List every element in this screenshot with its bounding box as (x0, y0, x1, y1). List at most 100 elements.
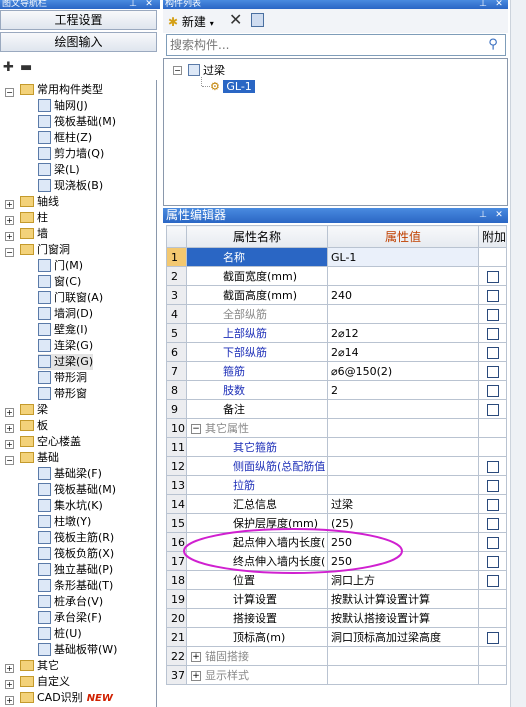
property-value[interactable]: 按默认计算设置计算 (327, 589, 479, 609)
tree-folder[interactable]: 轴线 (20, 194, 59, 210)
expand-expander[interactable]: + (5, 440, 14, 449)
property-row[interactable]: 3 截面高度(mm) 240 (166, 285, 507, 305)
extra-checkbox[interactable] (486, 403, 499, 416)
tree-folder[interactable]: CAD识别 NEW (20, 690, 113, 706)
collapse-all-icon[interactable]: ▬ (20, 60, 32, 75)
tree-folder[interactable]: 空心楼盖 (20, 434, 81, 450)
property-value[interactable]: ⌀6@150(2) (327, 361, 479, 381)
property-row[interactable]: 4 全部纵筋 (166, 304, 507, 324)
expand-expander[interactable]: + (5, 408, 14, 417)
property-row[interactable]: 22 + 锚固搭接 (166, 646, 507, 666)
property-row[interactable]: 20 搭接设置 按默认搭接设置计算 (166, 608, 507, 628)
search-input[interactable]: 搜索构件... ⚲ (166, 34, 506, 56)
right-scrollbar[interactable] (510, 0, 526, 707)
tree-item[interactable]: 基础板带(W) (38, 642, 117, 658)
expand-expander[interactable]: + (191, 671, 201, 681)
extra-checkbox[interactable] (486, 498, 499, 511)
pin-icon[interactable]: ⊥ (478, 0, 488, 9)
tree-item[interactable]: 筏板基础(M) (38, 482, 116, 498)
tree-folder[interactable]: 墙 (20, 226, 48, 242)
property-value[interactable] (327, 456, 479, 476)
search-icon[interactable]: ⚲ (483, 36, 503, 54)
tree-item[interactable]: 连梁(G) (38, 338, 93, 354)
property-row[interactable]: 7 箍筋 ⌀6@150(2) (166, 361, 507, 381)
collapse-expander[interactable]: − (5, 88, 14, 97)
property-value[interactable]: 2⌀12 (327, 323, 479, 343)
component-item[interactable]: ⚙ GL-1 (210, 80, 255, 94)
property-value[interactable]: 2 (327, 380, 479, 400)
extra-checkbox[interactable] (486, 555, 499, 568)
property-value[interactable] (327, 437, 479, 457)
collapse-expander[interactable]: − (5, 248, 14, 257)
expand-expander[interactable]: + (191, 652, 201, 662)
expand-expander[interactable]: + (5, 424, 14, 433)
property-value[interactable]: GL-1 (327, 247, 479, 267)
tree-folder[interactable]: 常用构件类型 (20, 82, 103, 98)
expand-expander[interactable]: + (5, 200, 14, 209)
tree-item[interactable]: 门(M) (38, 258, 83, 274)
drawing-input-button[interactable]: 绘图输入 (0, 32, 157, 52)
tree-item[interactable]: 桩承台(V) (38, 594, 103, 610)
property-value[interactable]: 240 (327, 285, 479, 305)
property-value[interactable] (327, 399, 479, 419)
tree-item[interactable]: 梁(L) (38, 162, 80, 178)
tree-folder[interactable]: 自定义 (20, 674, 70, 690)
property-row[interactable]: 9 备注 (166, 399, 507, 419)
project-settings-button[interactable]: 工程设置 (0, 10, 157, 30)
tree-item[interactable]: 门联窗(A) (38, 290, 103, 306)
property-row[interactable]: 13 拉筋 (166, 475, 507, 495)
property-row[interactable]: 14 汇总信息 过梁 (166, 494, 507, 514)
tree-item[interactable]: 筏板主筋(R) (38, 530, 114, 546)
property-value[interactable] (327, 646, 479, 666)
expand-all-icon[interactable]: ✚ (3, 60, 14, 75)
close-icon[interactable]: ✕ (494, 0, 504, 9)
property-value[interactable] (327, 665, 479, 685)
new-button[interactable]: ✱ 新建 ▾ (168, 13, 214, 30)
extra-checkbox[interactable] (486, 384, 499, 397)
property-row[interactable]: 1 名称 GL-1 (166, 247, 507, 267)
property-row[interactable]: 21 顶标高(m) 洞口顶标高加过梁高度 (166, 627, 507, 647)
property-row[interactable]: 5 上部纵筋 2⌀12 (166, 323, 507, 343)
collapse-expander[interactable]: − (173, 66, 182, 75)
tree-item[interactable]: 独立基础(P) (38, 562, 113, 578)
component-root[interactable]: 过梁 (188, 64, 225, 78)
extra-checkbox[interactable] (486, 574, 499, 587)
property-value[interactable]: 洞口顶标高加过梁高度 (327, 627, 479, 647)
property-row[interactable]: 12 侧面纵筋(总配筋值 (166, 456, 507, 476)
tree-item[interactable]: 框柱(Z) (38, 130, 92, 146)
tree-folder[interactable]: 其它 (20, 658, 59, 674)
expand-expander[interactable]: + (5, 232, 14, 241)
tree-item[interactable]: 壁龛(I) (38, 322, 88, 338)
extra-checkbox[interactable] (486, 289, 499, 302)
tree-folder[interactable]: 柱 (20, 210, 48, 226)
tree-item[interactable]: 筏板基础(M) (38, 114, 116, 130)
expand-expander[interactable]: + (5, 216, 14, 225)
extra-checkbox[interactable] (486, 270, 499, 283)
property-value[interactable]: 2⌀14 (327, 342, 479, 362)
property-row[interactable]: 6 下部纵筋 2⌀14 (166, 342, 507, 362)
tree-item[interactable]: 过梁(G) (38, 354, 94, 370)
tree-folder[interactable]: 基础 (20, 450, 59, 466)
tree-item[interactable]: 筏板负筋(X) (38, 546, 114, 562)
tree-item[interactable]: 柱墩(Y) (38, 514, 91, 530)
delete-icon[interactable]: ✕ (229, 10, 242, 29)
extra-checkbox[interactable] (486, 327, 499, 340)
extra-checkbox[interactable] (486, 631, 499, 644)
tree-folder[interactable]: 门窗洞 (20, 242, 70, 258)
extra-checkbox[interactable] (486, 308, 499, 321)
tree-folder[interactable]: 梁 (20, 402, 48, 418)
tree-item[interactable]: 墙洞(D) (38, 306, 93, 322)
tree-item[interactable]: 轴网(J) (38, 98, 88, 114)
tree-folder[interactable]: 板 (20, 418, 48, 434)
extra-checkbox[interactable] (486, 346, 499, 359)
tree-item[interactable]: 基础梁(F) (38, 466, 102, 482)
extra-checkbox[interactable] (486, 536, 499, 549)
pin-icon[interactable]: ⊥ (478, 211, 488, 220)
pin-icon[interactable]: ⊥ (128, 0, 138, 9)
tree-item[interactable]: 剪力墙(Q) (38, 146, 104, 162)
property-row[interactable]: 8 肢数 2 (166, 380, 507, 400)
property-row[interactable]: 10− 其它属性 (166, 418, 507, 438)
property-row[interactable]: 11 其它箍筋 (166, 437, 507, 457)
tree-item[interactable]: 窗(C) (38, 274, 81, 290)
close-icon[interactable]: ✕ (144, 0, 154, 9)
